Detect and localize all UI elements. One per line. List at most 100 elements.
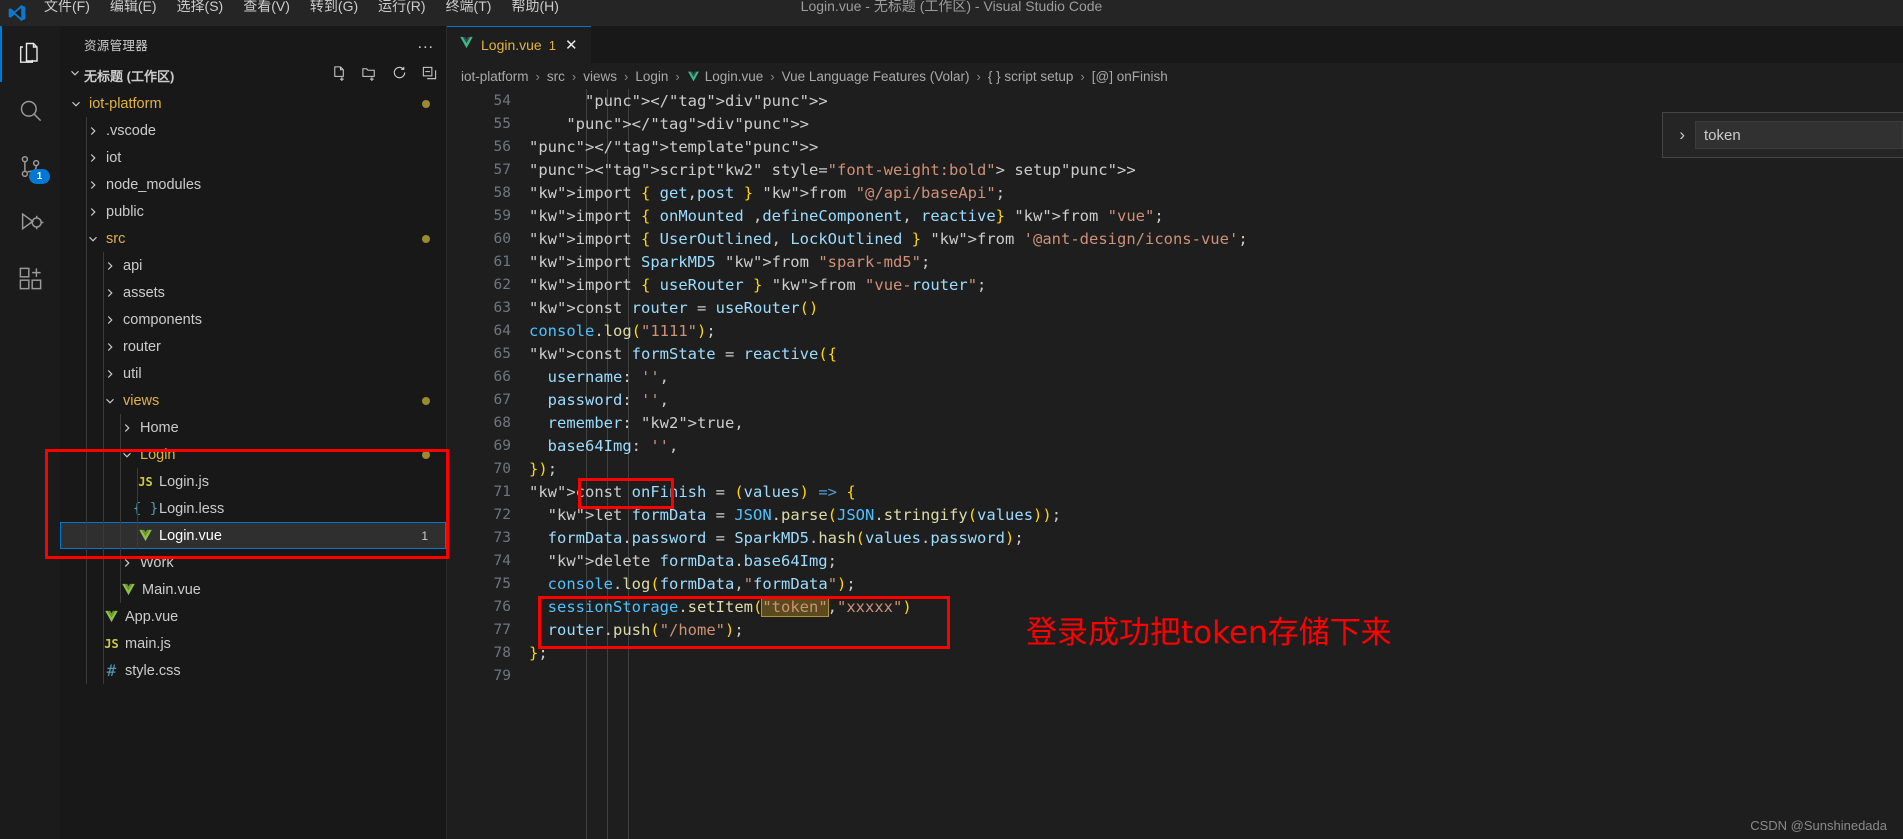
tree-folder--vscode[interactable]: .vscode [60,117,446,144]
title-bar: 文件(F) 编辑(E) 选择(S) 查看(V) 转到(G) 运行(R) 终端(T… [0,0,1903,26]
tree-file-main-js[interactable]: JS main.js [60,630,446,657]
line-number: 65 [493,345,511,362]
code-line: 66 username: '', [447,365,1903,388]
tree-file-app-vue[interactable]: App.vue [60,603,446,630]
line-text: "kw">const formState = reactive({ [529,344,837,363]
workspace-name: 无标题 (工作区) [84,69,175,84]
tree-item-label: public [106,203,144,220]
tab-login-vue[interactable]: Login.vue 1 ✕ [447,26,591,63]
breadcrumb-item-onfinish[interactable]: [@] onFinish [1092,69,1168,84]
tree-file-login-less[interactable]: { } Login.less [60,495,446,522]
chevron-down-icon[interactable] [85,231,101,247]
menu-item-edit[interactable]: 编辑(E) [100,0,167,19]
tree-folder-home[interactable]: Home [60,414,446,441]
tree-item-label: style.css [125,662,181,679]
menu-item-select[interactable]: 选择(S) [167,0,234,19]
breadcrumb-item-login-vue[interactable]: Login.vue [705,69,764,84]
modified-indicator [422,234,430,243]
chevron-right-icon[interactable] [85,150,101,166]
chevron-right-icon[interactable] [119,555,135,571]
chevron-right-icon[interactable]: › [1669,125,1695,145]
chevron-right-icon[interactable] [102,366,118,382]
tree-item-label: iot [106,149,122,166]
chevron-down-icon[interactable] [68,96,84,112]
tree-file-login-vue[interactable]: Login.vue 1 [60,522,446,549]
tree-folder-public[interactable]: public [60,198,446,225]
breadcrumb-item-script-setup[interactable]: { } script setup [988,69,1074,84]
breadcrumb-item-iot-platform[interactable]: iot-platform [461,69,529,84]
tree-folder-views[interactable]: views [60,387,446,414]
breadcrumb-item-src[interactable]: src [547,69,565,84]
tree-file-login-js[interactable]: JS Login.js [60,468,446,495]
chevron-right-icon[interactable] [85,123,101,139]
find-widget[interactable]: › token [1662,112,1903,158]
new-folder-icon[interactable] [361,65,378,87]
activity-search[interactable] [0,82,60,138]
line-number: 74 [493,552,511,569]
breadcrumb-item-volar[interactable]: Vue Language Features (Volar) [782,69,970,84]
chevron-down-icon[interactable] [102,393,118,409]
breadcrumb-item-views[interactable]: views [583,69,617,84]
chevron-down-icon[interactable] [119,447,135,463]
tree-folder-src[interactable]: src [60,225,446,252]
tree-folder-login[interactable]: Login [60,441,446,468]
activity-explorer[interactable] [0,26,60,82]
tree-file-style-css[interactable]: # style.css [60,657,446,684]
find-input[interactable]: token [1695,121,1903,149]
chevron-right-icon[interactable] [102,339,118,355]
breadcrumb-item-login[interactable]: Login [635,69,668,84]
code-line: 59 "kw">import { onMounted ,defineCompone… [447,204,1903,227]
activity-extensions[interactable] [0,250,60,306]
close-icon[interactable]: ✕ [565,38,578,53]
code-editor[interactable]: 54 "punc"></"tag">div"punc">> 55 "punc"><… [447,89,1903,839]
line-number: 57 [493,161,511,178]
line-text: }; [529,643,548,662]
line-number: 71 [493,483,511,500]
tree-folder-util[interactable]: util [60,360,446,387]
tree-folder-work[interactable]: Work [60,549,446,576]
chevron-right-icon: › [770,68,775,84]
tree-file-main-vue[interactable]: Main.vue [60,576,446,603]
line-number: 72 [493,506,511,523]
chevron-right-icon[interactable] [102,312,118,328]
menu-item-goto[interactable]: 转到(G) [300,0,368,19]
tree-item-label: Work [140,554,174,571]
menu-item-file[interactable]: 文件(F) [34,0,100,19]
chevron-right-icon[interactable] [102,258,118,274]
chevron-right-icon[interactable] [119,420,135,436]
tree-folder-components[interactable]: components [60,306,446,333]
code-line: 63 "kw">const router = useRouter() [447,296,1903,319]
activity-run-debug[interactable] [0,194,60,250]
tree-folder-assets[interactable]: assets [60,279,446,306]
tree-folder-iot[interactable]: iot [60,144,446,171]
indent-guide [86,441,87,468]
explorer-more-actions-button[interactable]: ... [418,36,434,52]
collapse-all-icon[interactable] [421,65,438,87]
chevron-right-icon[interactable] [85,177,101,193]
indent-guide [137,522,138,549]
new-file-icon[interactable] [331,65,348,87]
indent-guide [86,630,87,657]
line-text: password: '', [547,390,670,409]
menu-item-run[interactable]: 运行(R) [368,0,435,19]
indent-guide [86,306,87,333]
chevron-right-icon[interactable] [102,285,118,301]
tree-folder-iot-platform[interactable]: iot-platform [60,90,446,117]
workspace-root-row[interactable]: 无标题 (工作区) [60,62,446,89]
tree-folder-api[interactable]: api [60,252,446,279]
menu-item-help[interactable]: 帮助(H) [501,0,568,19]
indent-guide [103,468,104,495]
indent-guide [86,144,87,171]
editor-group: Login.vue 1 ✕ iot-platform › src › views… [447,26,1903,839]
chevron-right-icon[interactable] [85,204,101,220]
tree-item-label: Main.vue [142,581,201,598]
explorer-title: 资源管理器 [84,38,149,53]
activity-source-control[interactable]: 1 [0,138,60,194]
refresh-icon[interactable] [391,65,408,87]
chevron-right-icon: › [623,68,629,84]
tree-folder-router[interactable]: router [60,333,446,360]
menu-item-terminal[interactable]: 终端(T) [436,0,502,19]
tree-folder-node-modules[interactable]: node_modules [60,171,446,198]
menu-item-view[interactable]: 查看(V) [233,0,300,19]
tree-item-label: Login.js [159,473,209,490]
